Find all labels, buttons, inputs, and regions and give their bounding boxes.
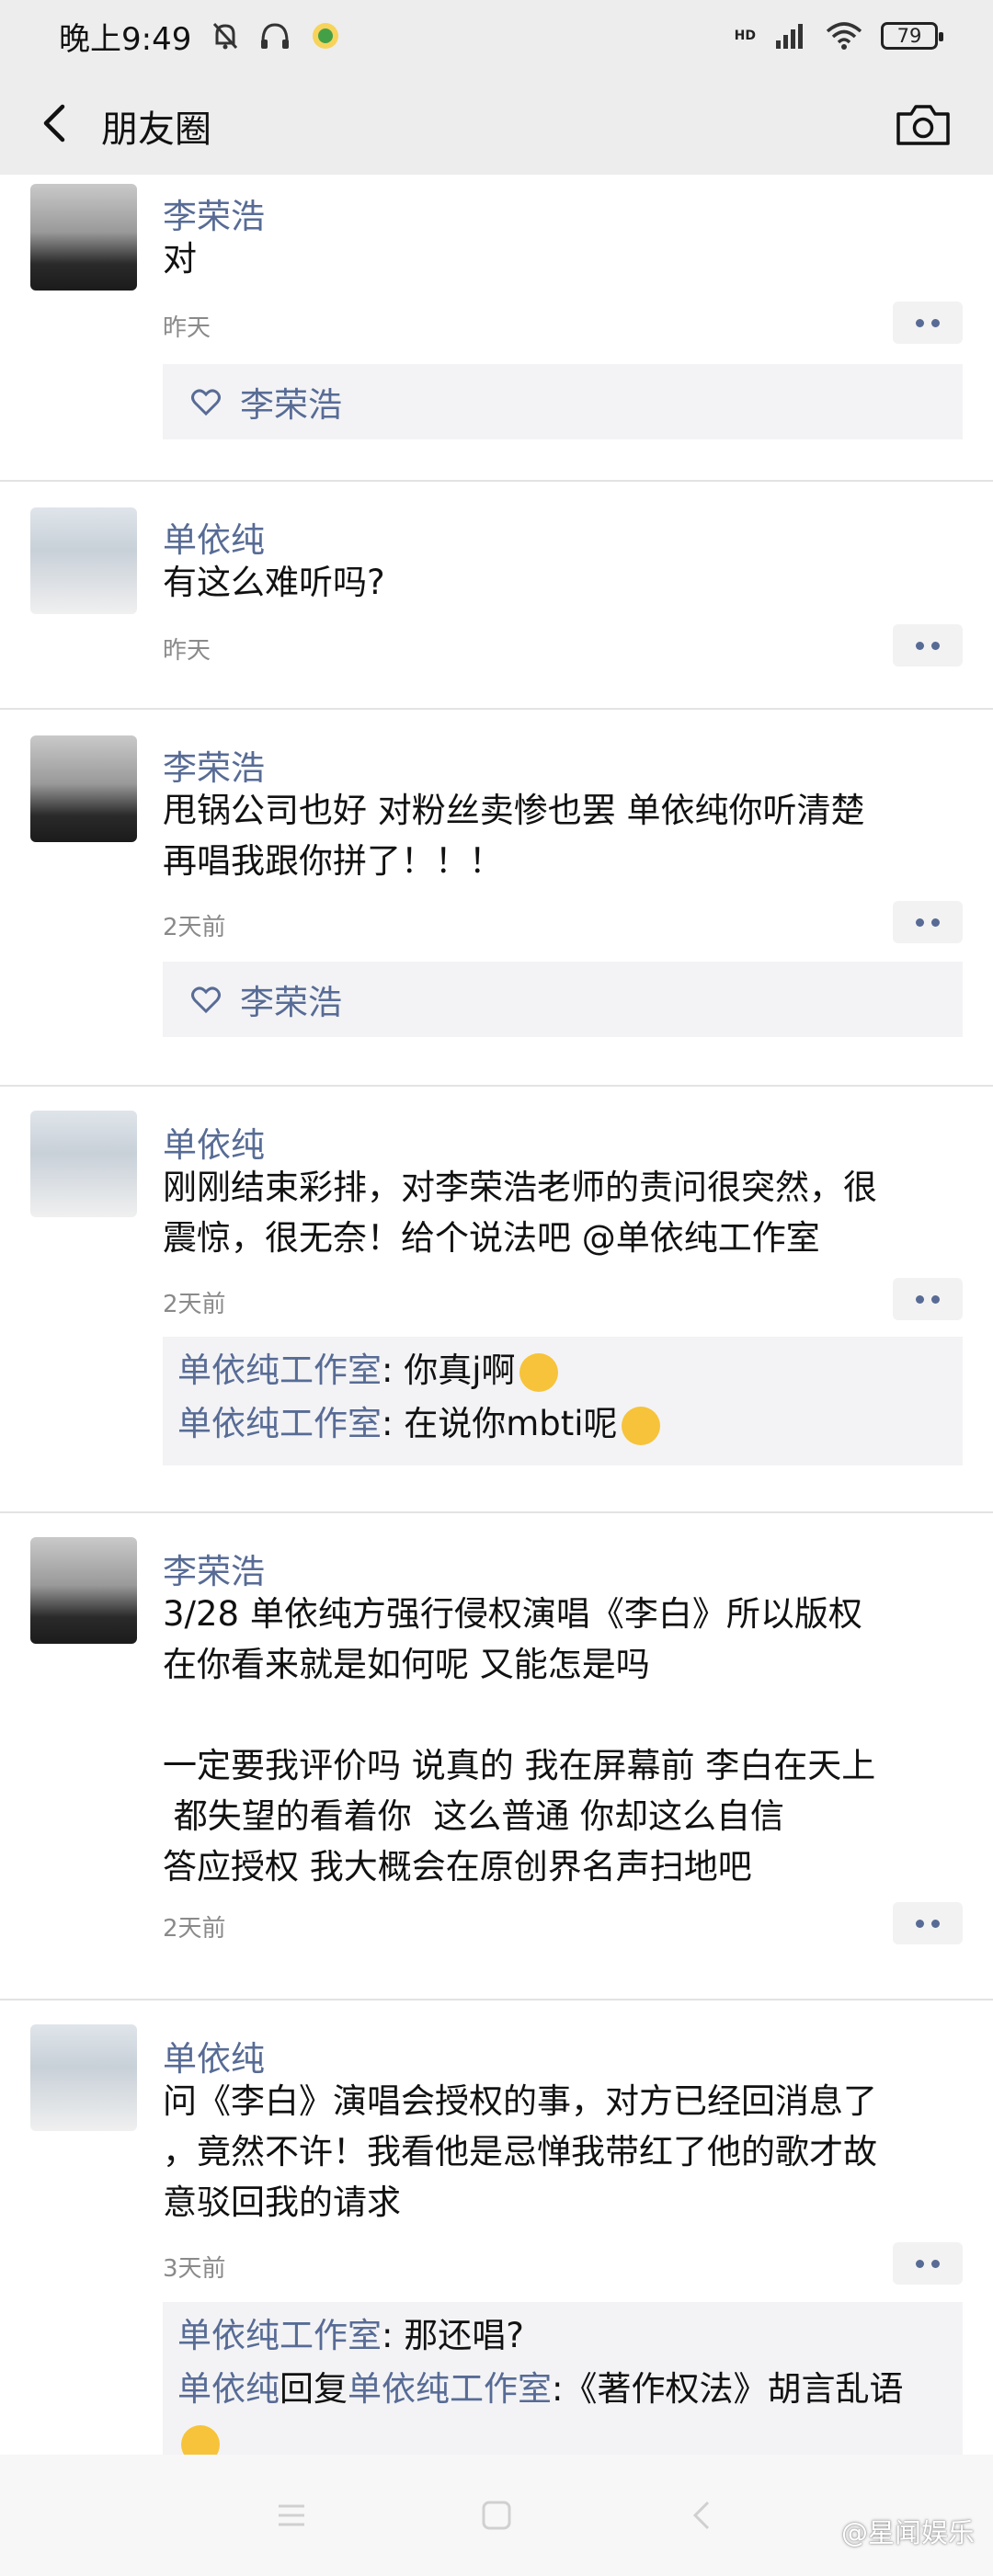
- back-arrow-icon[interactable]: [35, 101, 79, 145]
- comment-text: : 你真j啊: [382, 1351, 516, 1390]
- more-actions-button[interactable]: [893, 624, 963, 667]
- mute-bell-icon: [213, 22, 238, 50]
- avatar[interactable]: [30, 1111, 137, 1217]
- comment-item[interactable]: 单依纯工作室: 那还唱?: [177, 2309, 948, 2363]
- post-time: 2天前: [163, 1915, 226, 1943]
- more-actions-button[interactable]: [893, 901, 963, 943]
- likes-box: 李荣浩: [163, 364, 963, 439]
- heart-icon: [191, 389, 221, 416]
- grin-emoji-icon: [181, 2424, 220, 2455]
- avatar[interactable]: [30, 735, 137, 842]
- comment-text: : 那还唱?: [382, 2316, 524, 2355]
- status-time: 晚上9:49: [59, 20, 192, 58]
- home-icon[interactable]: [474, 2493, 519, 2537]
- post-time: 3天前: [163, 2255, 226, 2283]
- comment-author[interactable]: 单依纯工作室: [177, 2316, 382, 2355]
- battery-indicator: 79: [881, 22, 943, 50]
- status-right: HD 79: [734, 22, 943, 50]
- comments-box: 单依纯工作室: 你真j啊 单依纯工作室: 在说你mbti呢: [163, 1337, 963, 1465]
- reply-word: 回复: [280, 2369, 348, 2409]
- avatar[interactable]: [30, 184, 137, 291]
- likes-box: 李荣浩: [163, 962, 963, 1037]
- status-bar: 晚上9:49 HD 79: [0, 0, 993, 72]
- moments-feed: 李荣浩 对 昨天 李荣浩 单依纯 有这么难听吗? 昨天 李荣浩 甩锅公司也好 对…: [0, 175, 993, 2455]
- comment-author[interactable]: 单依纯工作室: [177, 1351, 382, 1390]
- avatar[interactable]: [30, 507, 137, 614]
- system-nav-bar: @星闻娱乐: [0, 2455, 993, 2576]
- post-text: 甩锅公司也好 对粉丝卖惨也罢 单依纯你听清楚 再唱我跟你拼了！！！: [163, 791, 865, 881]
- hd-badge: HD: [734, 28, 756, 43]
- divider: [0, 1999, 993, 2000]
- more-actions-button[interactable]: [893, 302, 963, 344]
- heart-icon: [191, 986, 221, 1014]
- comment-item[interactable]: 单依纯工作室: 在说你mbti呢: [177, 1397, 948, 1451]
- divider: [0, 480, 993, 482]
- post-text: 3/28 单依纯方强行侵权演唱《李白》所以版权 在你看来就是如何呢 又能怎是吗 …: [163, 1594, 876, 1886]
- wifi-icon: [826, 22, 862, 50]
- headphones-icon: [261, 23, 290, 49]
- kiss-emoji-icon: [621, 1406, 660, 1445]
- post-author[interactable]: 单依纯: [163, 2031, 265, 2080]
- app-notification-icon: [313, 23, 339, 49]
- post-author[interactable]: 李荣浩: [163, 188, 265, 238]
- comment-author[interactable]: 单依纯: [177, 2369, 280, 2409]
- back-icon[interactable]: [680, 2493, 725, 2537]
- divider: [0, 1085, 993, 1087]
- comment-item[interactable]: 单依纯回复单依纯工作室:《著作权法》胡言乱语: [177, 2363, 948, 2455]
- comment-text: :《著作权法》胡言乱语: [552, 2369, 904, 2409]
- post-text: 有这么难听吗?: [163, 563, 385, 602]
- comment-item[interactable]: 单依纯工作室: 你真j啊: [177, 1344, 948, 1397]
- post-time: 昨天: [163, 637, 211, 665]
- reply-to[interactable]: 单依纯工作室: [348, 2369, 552, 2409]
- menu-icon[interactable]: [269, 2493, 314, 2537]
- post-text: 问《李白》演唱会授权的事，对方已经回消息了 ，竟然不许！我看他是忌惮我带红了他的…: [163, 2081, 877, 2222]
- battery-level: 79: [896, 25, 922, 47]
- more-actions-button[interactable]: [893, 1278, 963, 1320]
- camera-icon[interactable]: [895, 101, 952, 147]
- avatar[interactable]: [30, 1537, 137, 1644]
- comments-box: 单依纯工作室: 那还唱? 单依纯回复单依纯工作室:《著作权法》胡言乱语: [163, 2302, 963, 2455]
- post-time: 2天前: [163, 1291, 226, 1318]
- post-author[interactable]: 单依纯: [163, 1117, 265, 1167]
- comment-text: : 在说你mbti呢: [382, 1404, 618, 1443]
- kiss-emoji-icon: [519, 1352, 558, 1392]
- page-title: 朋友圈: [101, 108, 211, 151]
- post-author[interactable]: 李荣浩: [163, 740, 265, 790]
- post-author[interactable]: 李荣浩: [163, 1544, 265, 1593]
- watermark: @星闻娱乐: [840, 2517, 975, 2548]
- post-text: 对: [163, 239, 197, 279]
- post-author[interactable]: 单依纯: [163, 512, 265, 562]
- signal-icon: [776, 24, 803, 49]
- post-time: 2天前: [163, 914, 226, 941]
- divider: [0, 1511, 993, 1513]
- post-time: 昨天: [163, 314, 211, 342]
- post-text: 刚刚结束彩排，对李荣浩老师的责问很突然，很 震惊，很无奈！给个说法吧 @单依纯工…: [163, 1168, 877, 1258]
- more-actions-button[interactable]: [893, 1902, 963, 1944]
- divider: [0, 708, 993, 710]
- comment-author[interactable]: 单依纯工作室: [177, 1404, 382, 1443]
- liker-name[interactable]: 李荣浩: [240, 377, 342, 427]
- nav-bar: 朋友圈: [0, 72, 993, 175]
- status-left: 晚上9:49: [59, 14, 340, 59]
- more-actions-button[interactable]: [893, 2242, 963, 2285]
- avatar[interactable]: [30, 2024, 137, 2131]
- liker-name[interactable]: 李荣浩: [240, 975, 342, 1024]
